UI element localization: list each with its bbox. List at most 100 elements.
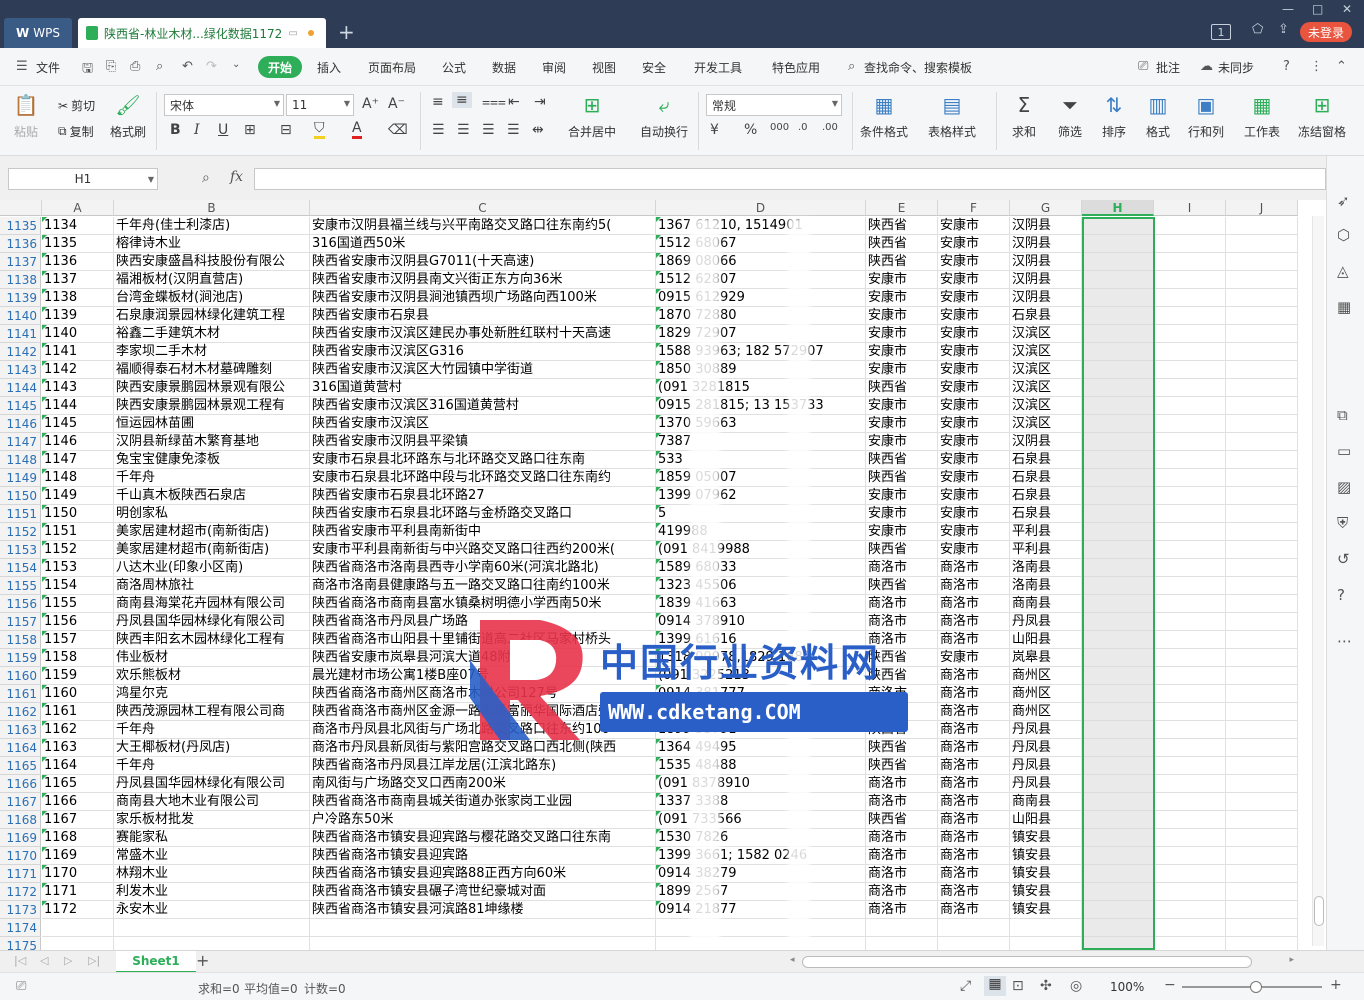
table-cell[interactable] [1226, 775, 1298, 793]
table-cell[interactable]: 镇安县 [1010, 883, 1082, 901]
table-cell[interactable] [1154, 757, 1226, 775]
align-left-icon[interactable]: ☰ [432, 122, 445, 138]
macro-icon[interactable]: ⎚ [16, 979, 26, 994]
table-cell[interactable]: 安康市 [938, 397, 1010, 415]
row-header[interactable]: 1147 [0, 433, 41, 451]
redo-icon[interactable]: ↷ [206, 59, 217, 74]
more-icon[interactable]: ⋯ [1337, 632, 1352, 650]
shield-icon[interactable]: ⛨ [1337, 514, 1348, 532]
table-cell[interactable]: 316国道西50米 [310, 235, 656, 253]
table-cell[interactable]: 陕西茂源园林工程有限公司商 [114, 703, 310, 721]
table-cell[interactable]: 安康市 [866, 289, 938, 307]
column-header-a[interactable]: A [42, 200, 114, 216]
table-cell[interactable]: 陕西省商洛市镇安县河滨路81坤缘楼 [310, 901, 656, 919]
table-cell[interactable]: 419988 [656, 523, 866, 541]
table-cell[interactable]: 商州区 [1010, 667, 1082, 685]
percent-icon[interactable]: % [744, 122, 757, 138]
scroll-left-icon[interactable]: ◂ [790, 955, 795, 965]
table-cell[interactable]: 1157 [42, 631, 114, 649]
table-cell[interactable] [1154, 415, 1226, 433]
row-header[interactable]: 1160 [0, 667, 41, 685]
table-cell[interactable]: 汉阴县 [1010, 289, 1082, 307]
table-cell[interactable]: 1154 [42, 577, 114, 595]
table-cell[interactable]: 汉滨区 [1010, 415, 1082, 433]
table-cell[interactable]: 商洛市 [938, 577, 1010, 595]
table-cell[interactable]: 陕西省 [866, 217, 938, 235]
table-cell[interactable]: 丹凤县 [1010, 613, 1082, 631]
table-cell[interactable] [1226, 343, 1298, 361]
table-cell[interactable]: 兔宝宝健康免漆板 [114, 451, 310, 469]
column-header-j[interactable]: J [1226, 200, 1298, 216]
table-cell[interactable]: 汉阴县新绿苗木繁育基地 [114, 433, 310, 451]
row-header[interactable]: 1167 [0, 793, 41, 811]
row-header[interactable]: 1170 [0, 847, 41, 865]
table-cell[interactable] [1226, 937, 1298, 950]
menu-insert[interactable]: 插入 [317, 59, 341, 76]
table-cell[interactable]: 1870 72880 [656, 307, 866, 325]
table-cell[interactable]: 1148 [42, 469, 114, 487]
copy-button[interactable]: ⧉ 复制 [58, 123, 94, 140]
column-header-g[interactable]: G [1010, 200, 1082, 216]
table-cell[interactable]: 丹凤县国华园林绿化有限公司 [114, 775, 310, 793]
table-cell[interactable]: 赛能家私 [114, 829, 310, 847]
normal-view-icon[interactable]: ▦ [984, 976, 1006, 996]
table-cell[interactable] [1154, 739, 1226, 757]
row-header[interactable]: 1142 [0, 343, 41, 361]
table-cell[interactable]: 安康市 [866, 505, 938, 523]
table-cell[interactable]: 1162 [42, 721, 114, 739]
table-cell[interactable]: 陕西省安康市汉滨区建民办事处新胜红联村十天高速 [310, 325, 656, 343]
table-cell[interactable]: 陕西省安康市石泉县北环路27 [310, 487, 656, 505]
undo-icon[interactable]: ↶ [182, 59, 193, 74]
table-cell[interactable]: 0914 21877 [656, 901, 866, 919]
table-cell[interactable]: 汉滨区 [1010, 379, 1082, 397]
underline-icon[interactable]: U [218, 122, 228, 138]
row-header[interactable]: 1137 [0, 253, 41, 271]
table-cell[interactable]: 1134 [42, 217, 114, 235]
table-cell[interactable]: 陕西省 [866, 541, 938, 559]
table-cell[interactable]: 1364 49495 [656, 739, 866, 757]
spreadsheet-grid[interactable]: ABCDEFGHIJ 1135 1134 千年舟(佳士利漆店) 安康市汉阴县福兰线与兴… [0, 200, 1320, 950]
last-sheet-icon[interactable]: ▷| [88, 954, 100, 967]
table-cell[interactable]: 商洛市 [938, 847, 1010, 865]
row-header[interactable]: 1135 [0, 217, 41, 235]
table-cell[interactable]: 陕西省 [866, 577, 938, 595]
table-cell[interactable]: 镇安县 [1010, 829, 1082, 847]
table-cell[interactable]: 千年舟 [114, 721, 310, 739]
table-cell[interactable]: 1588 93963; 182 572907 [656, 343, 866, 361]
table-cell[interactable]: 安康市汉阴县福兰线与兴平南路交叉路口往东南约5( [310, 217, 656, 235]
table-cell[interactable]: 汉滨区 [1010, 361, 1082, 379]
table-cell[interactable]: 安康市 [938, 487, 1010, 505]
table-cell[interactable]: 陕西省安康市汉阴县南文兴街正东方向36米 [310, 271, 656, 289]
table-cell[interactable]: 陕西省 [866, 739, 938, 757]
table-cell[interactable] [1154, 271, 1226, 289]
table-cell[interactable]: 安康市 [866, 307, 938, 325]
table-cell[interactable] [1226, 451, 1298, 469]
table-cell[interactable] [42, 919, 114, 937]
table-cell[interactable]: 安康市平利县南新街与中兴路交叉路口往西约200米( [310, 541, 656, 559]
menu-view[interactable]: 视图 [592, 59, 616, 76]
table-cell[interactable]: 商洛市 [938, 793, 1010, 811]
table-cell[interactable]: 1167 [42, 811, 114, 829]
clear-format-icon[interactable]: ⌫ [388, 122, 408, 138]
row-header[interactable]: 1152 [0, 523, 41, 541]
table-cell[interactable] [1154, 289, 1226, 307]
table-cell[interactable]: 1152 [42, 541, 114, 559]
table-cell[interactable] [1154, 523, 1226, 541]
table-cell[interactable] [1154, 667, 1226, 685]
menu-security[interactable]: 安全 [642, 59, 666, 76]
table-icon[interactable]: ▦ [1337, 298, 1351, 316]
maximize-icon[interactable]: □ [1312, 2, 1323, 16]
table-cell[interactable]: 伟业板材 [114, 649, 310, 667]
table-cell[interactable] [1226, 811, 1298, 829]
conditional-format-button[interactable]: ▦ 条件格式 [860, 92, 908, 140]
table-cell[interactable]: (091 3281815 [656, 379, 866, 397]
sum-button[interactable]: Σ 求和 [1010, 92, 1038, 140]
zoom-level[interactable]: 100% [1110, 980, 1144, 994]
history-icon[interactable]: ↺ [1337, 550, 1350, 568]
table-cell[interactable]: 1370 59663 [656, 415, 866, 433]
table-cell[interactable] [1226, 433, 1298, 451]
pointer-icon[interactable]: ➶ [1337, 192, 1350, 210]
table-cell[interactable]: 福顺得泰石材木材墓碑雕刻 [114, 361, 310, 379]
command-search[interactable]: 查找命令、搜索模板 [864, 59, 972, 76]
font-color-icon[interactable]: A [352, 120, 362, 139]
